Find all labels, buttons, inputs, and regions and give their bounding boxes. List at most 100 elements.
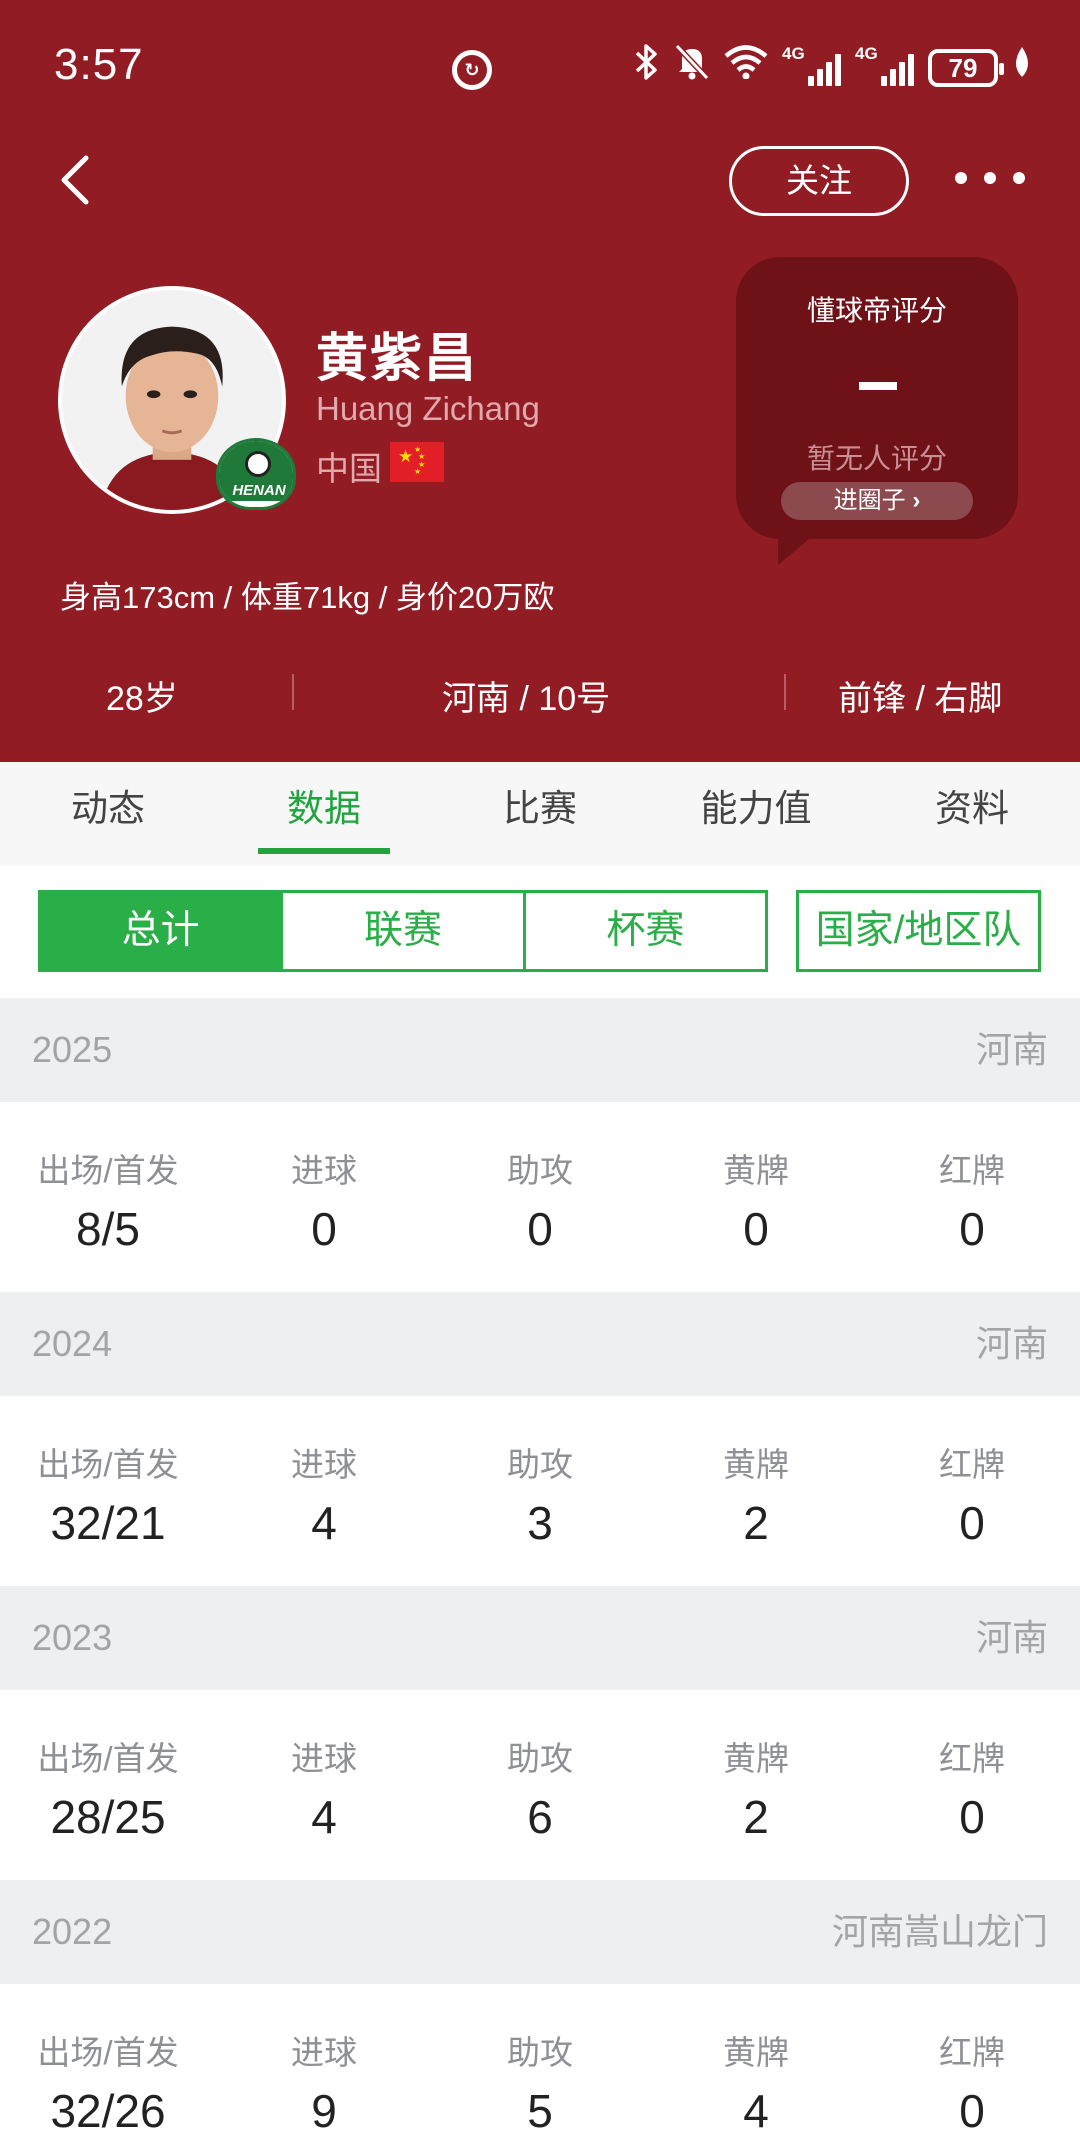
season-year: 2024 [32,1323,113,1364]
rating-card: 懂球帝评分 - 暂无人评分 进圈子 › [736,257,1018,565]
stat-appearances: 28/25 [50,1791,166,1843]
tab-dynamics[interactable]: 动态 [0,762,216,866]
more-dot-icon [984,172,996,184]
player-name-en: Huang Zichang [316,390,540,427]
stat-appearances: 8/5 [76,1203,140,1255]
rating-value: - [859,382,897,390]
more-dot-icon [1013,172,1025,184]
season-team: 河南 [975,1617,1048,1658]
filter-cup[interactable]: 杯赛 [526,893,765,969]
stat-label-assists: 助攻 [507,2034,573,2071]
player-header: 3:57 ↻ 4G 4G 79 关注 HENAN 黄紫昌 Huang Zicha… [0,0,1080,762]
signal-icon: 4G [782,44,841,86]
stat-label-yellow-cards: 黄牌 [723,1446,789,1483]
status-icons: 4G 4G 79 [634,43,1032,94]
follow-button[interactable]: 关注 [729,146,909,216]
app-notification-icon: ↻ [452,50,492,90]
stat-label-appearances: 出场/首发 [37,2034,179,2071]
filter-national-team[interactable]: 国家/地区队 [796,890,1041,972]
season-stats[interactable]: 出场/首发 8/5 进球 0 助攻 0 黄牌 0 红牌 0 [0,1102,1080,1292]
player-info-row: 28岁 河南 / 10号 前锋 / 右脚 [0,664,1080,734]
season-team: 河南嵩山龙门 [831,1911,1048,1952]
season-year: 2022 [32,1911,113,1952]
stat-red-cards: 0 [959,1791,985,1843]
stat-label-goals: 进球 [291,1740,357,1777]
stat-label-red-cards: 红牌 [939,2034,1005,2071]
chevron-right-icon: › [912,487,921,514]
divider [784,674,786,710]
rating-empty-text: 暂无人评分 [806,443,947,474]
season-header: 2024 河南 [0,1292,1080,1396]
stat-assists: 6 [527,1791,553,1843]
stat-red-cards: 0 [959,2085,985,2137]
divider [292,674,294,710]
status-bar: 3:57 ↻ 4G 4G 79 [0,0,1080,130]
more-options-button[interactable] [955,150,1025,206]
enter-circle-label: 进圈子 [833,487,906,514]
stat-label-red-cards: 红牌 [939,1152,1005,1189]
stat-yellow-cards: 2 [743,1497,769,1549]
stat-label-red-cards: 红牌 [939,1446,1005,1483]
player-bio: 身高173cm / 体重71kg / 身价20万欧 [60,580,555,615]
stat-label-assists: 助攻 [507,1152,573,1189]
season-header: 2022 河南嵩山龙门 [0,1880,1080,1984]
signal-icon: 4G [855,44,914,86]
stat-label-yellow-cards: 黄牌 [723,2034,789,2071]
stats-filter-group: 总计 联赛 杯赛 [38,890,768,972]
back-button[interactable] [50,150,110,210]
stat-yellow-cards: 2 [743,1791,769,1843]
filter-total[interactable]: 总计 [41,893,284,969]
tab-bar: 动态 数据 比赛 能力值 资料 [0,762,1080,866]
battery-icon: 79 [928,49,1004,87]
stat-red-cards: 0 [959,1203,985,1255]
season-year: 2025 [32,1029,113,1070]
season-header: 2025 河南 [0,998,1080,1102]
stat-label-goals: 进球 [291,1152,357,1189]
stat-label-appearances: 出场/首发 [37,1446,179,1483]
season-stats[interactable]: 出场/首发 32/26 进球 9 助攻 5 黄牌 4 红牌 0 [0,1984,1080,2150]
season-team: 河南 [975,1323,1048,1364]
rating-title: 懂球帝评分 [806,295,947,326]
stat-label-yellow-cards: 黄牌 [723,1740,789,1777]
stat-label-assists: 助攻 [507,1446,573,1483]
stat-label-appearances: 出场/首发 [37,1152,179,1189]
stat-appearances: 32/21 [50,1497,166,1549]
bluetooth-icon [634,43,660,94]
season-team: 河南 [975,1029,1048,1070]
player-name: 黄紫昌 [316,330,479,388]
stat-yellow-cards: 4 [743,2085,769,2137]
stat-label-yellow-cards: 黄牌 [723,1152,789,1189]
stat-yellow-cards: 0 [743,1203,769,1255]
wifi-icon [724,44,768,92]
stat-goals: 0 [311,1203,337,1255]
season-stats[interactable]: 出场/首发 32/21 进球 4 助攻 3 黄牌 2 红牌 0 [0,1396,1080,1586]
tab-matches[interactable]: 比赛 [432,762,648,866]
stat-red-cards: 0 [959,1497,985,1549]
season-header: 2023 河南 [0,1586,1080,1690]
stat-label-goals: 进球 [291,2034,357,2071]
stat-label-goals: 进球 [291,1446,357,1483]
stat-assists: 5 [527,2085,553,2137]
mute-bell-icon [674,43,710,94]
stat-label-assists: 助攻 [507,1740,573,1777]
player-country: 中国 [316,450,382,487]
player-position-foot: 前锋 / 右脚 [838,680,1003,718]
season-stats[interactable]: 出场/首发 28/25 进球 4 助攻 6 黄牌 2 红牌 0 [0,1690,1080,1880]
stat-label-red-cards: 红牌 [939,1740,1005,1777]
stat-assists: 0 [527,1203,553,1255]
more-dot-icon [955,172,967,184]
player-club-number: 河南 / 10号 [442,680,611,718]
tab-profile[interactable]: 资料 [864,762,1080,866]
china-flag-icon: ★ ★ ★ ★ ★ [390,442,444,482]
season-year: 2023 [32,1617,113,1658]
player-age: 28岁 [106,680,178,718]
stat-appearances: 32/26 [50,2085,166,2137]
enter-circle-button[interactable]: 进圈子 › [781,482,973,520]
stat-goals: 4 [311,1497,337,1549]
filter-league[interactable]: 联赛 [283,893,526,969]
stat-goals: 9 [311,2085,337,2137]
chevron-left-icon [61,155,89,205]
tab-ability[interactable]: 能力值 [648,762,864,866]
leaf-icon [1012,44,1032,92]
active-tab-indicator [258,848,390,854]
